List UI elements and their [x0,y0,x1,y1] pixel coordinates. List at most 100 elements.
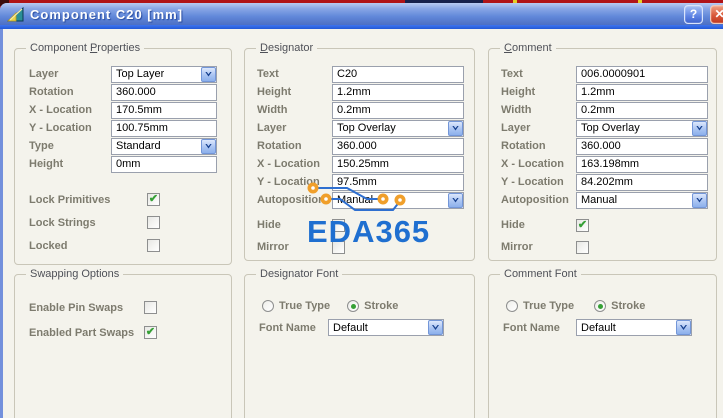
stroke-radio[interactable] [594,300,607,312]
field-row-height: Height 1.2mm [257,83,474,101]
designator-mirror-checkbox[interactable]: ✔ [332,240,345,254]
lock-strings-checkbox[interactable]: ✔ [147,216,160,229]
field-row-text: Text C20 [257,65,474,83]
field-row-x-location: X - Location 150.25mm [257,155,474,173]
field-row-y-location: Y - Location 84.202mm [501,173,716,191]
group-comment: Comment Text 006.0000901 Height 1.2mm Wi… [488,42,717,261]
group-title: Comment Font [500,268,581,280]
field-label: X - Location [501,158,564,170]
comment-mirror-checkbox[interactable]: ✔ [576,240,589,254]
field-row-x-location: X - Location 163.198mm [501,155,716,173]
comment-autoposition-select[interactable]: Manual [576,191,708,209]
designator-x-location-input[interactable]: 150.25mm [332,155,464,173]
font-name-label: Font Name [503,321,560,334]
field-label: Type [29,140,54,152]
field-label: Width [501,104,532,116]
enabled-part-swaps-checkbox[interactable]: ✔ [144,326,157,339]
group-component-properties: Component Properties Layer Top Layer Rot… [14,42,232,265]
designator-text-input[interactable]: C20 [332,65,464,83]
type-select[interactable]: Standard [111,137,217,155]
field-label: Height [501,86,536,98]
field-row-rotation: Rotation 360.000 [501,137,716,155]
comment-x-location-input[interactable]: 163.198mm [576,155,708,173]
field-label: Rotation [29,86,74,98]
check-row-hide: Hide ✔ [501,214,716,236]
radio-label: Stroke [364,300,399,312]
check-icon: ✔ [577,218,588,231]
field-label: Text [501,68,523,80]
group-title: Component Properties [26,42,145,54]
comment-font-name-select[interactable]: Default [576,319,692,336]
field-label: Width [257,104,288,116]
comment-hide-checkbox[interactable]: ✔ [576,218,589,232]
designator-width-input[interactable]: 0.2mm [332,101,464,119]
designator-font-name-select[interactable]: Default [328,319,444,336]
check-icon: ✔ [148,193,159,205]
checkbox-label: Mirror [257,241,289,253]
checkbox-label: Hide [257,219,281,231]
field-label: X - Location [257,158,320,170]
chevron-down-icon[interactable] [448,120,463,136]
true-type-radio[interactable] [506,300,518,312]
chevron-down-icon[interactable] [676,320,691,335]
chevron-down-icon[interactable] [448,192,463,208]
field-label: Rotation [501,140,546,152]
locked-checkbox[interactable]: ✔ [147,239,160,252]
field-row-layer: Layer Top Layer [29,65,231,83]
app-icon [7,6,24,21]
check-row-enable-pin-swaps: Enable Pin Swaps ✔ [29,295,231,320]
group-swapping-options: Swapping Options Enable Pin Swaps ✔ Enab… [14,268,232,418]
true-type-radio[interactable] [262,300,274,312]
checkbox-label: Mirror [501,241,533,253]
screen: Component C20 [mm] ? ✕ Component Propert… [0,0,723,418]
comment-y-location-input[interactable]: 84.202mm [576,173,708,191]
group-designator: Designator Text C20 Height 1.2mm Width 0… [244,42,475,261]
designator-rotation-input[interactable]: 360.000 [332,137,464,155]
component-dialog: Component C20 [mm] ? ✕ Component Propert… [0,3,723,418]
field-row-type: Type Standard [29,137,231,155]
check-row-hide: Hide ✔ [257,214,474,236]
field-label: Y - Location [257,176,320,188]
comment-rotation-input[interactable]: 360.000 [576,137,708,155]
field-row-layer: Layer Top Overlay [501,119,716,137]
chevron-down-icon[interactable] [201,138,216,154]
x-location-input[interactable]: 170.5mm [111,101,217,119]
field-row-autoposition: Autoposition Manual [257,191,474,209]
enable-pin-swaps-checkbox[interactable]: ✔ [144,301,157,314]
checkbox-label: Locked [29,239,68,252]
chevron-down-icon[interactable] [692,120,707,136]
comment-text-input[interactable]: 006.0000901 [576,65,708,83]
designator-hide-checkbox[interactable]: ✔ [332,218,345,232]
titlebar[interactable]: Component C20 [mm] ? ✕ [0,3,723,25]
close-button[interactable]: ✕ [710,5,723,24]
chevron-down-icon[interactable] [692,192,707,208]
comment-width-input[interactable]: 0.2mm [576,101,708,119]
dialog-body: Component Properties Layer Top Layer Rot… [3,29,723,418]
y-location-input[interactable]: 100.75mm [111,119,217,137]
check-row-enabled-part-swaps: Enabled Part Swaps ✔ [29,320,231,345]
field-row-y-location: Y - Location 100.75mm [29,119,231,137]
stroke-radio[interactable] [347,300,360,312]
checkbox-label: Lock Strings [29,216,96,229]
designator-height-input[interactable]: 1.2mm [332,83,464,101]
chevron-down-icon[interactable] [428,320,443,335]
rotation-input[interactable]: 360.000 [111,83,217,101]
height-input[interactable]: 0mm [111,155,217,173]
designator-y-location-input[interactable]: 97.5mm [332,173,464,191]
help-button[interactable]: ? [684,5,703,24]
chevron-down-icon[interactable] [201,66,216,82]
checkbox-label: Enabled Part Swaps [29,326,135,339]
lock-primitives-checkbox[interactable]: ✔ [147,193,160,206]
check-row-mirror: Mirror ✔ [501,236,716,258]
field-row-autoposition: Autoposition Manual [501,191,716,209]
designator-autoposition-select[interactable]: Manual [332,191,464,209]
radio-label: Stroke [611,300,646,312]
field-row-y-location: Y - Location 97.5mm [257,173,474,191]
comment-height-input[interactable]: 1.2mm [576,83,708,101]
check-row-lock-strings: Lock Strings ✔ [29,211,231,234]
layer-select[interactable]: Top Layer [111,65,217,83]
comment-layer-select[interactable]: Top Overlay [576,119,708,137]
designator-layer-select[interactable]: Top Overlay [332,119,464,137]
field-label: Autoposition [501,194,569,206]
checkbox-label: Enable Pin Swaps [29,301,124,314]
